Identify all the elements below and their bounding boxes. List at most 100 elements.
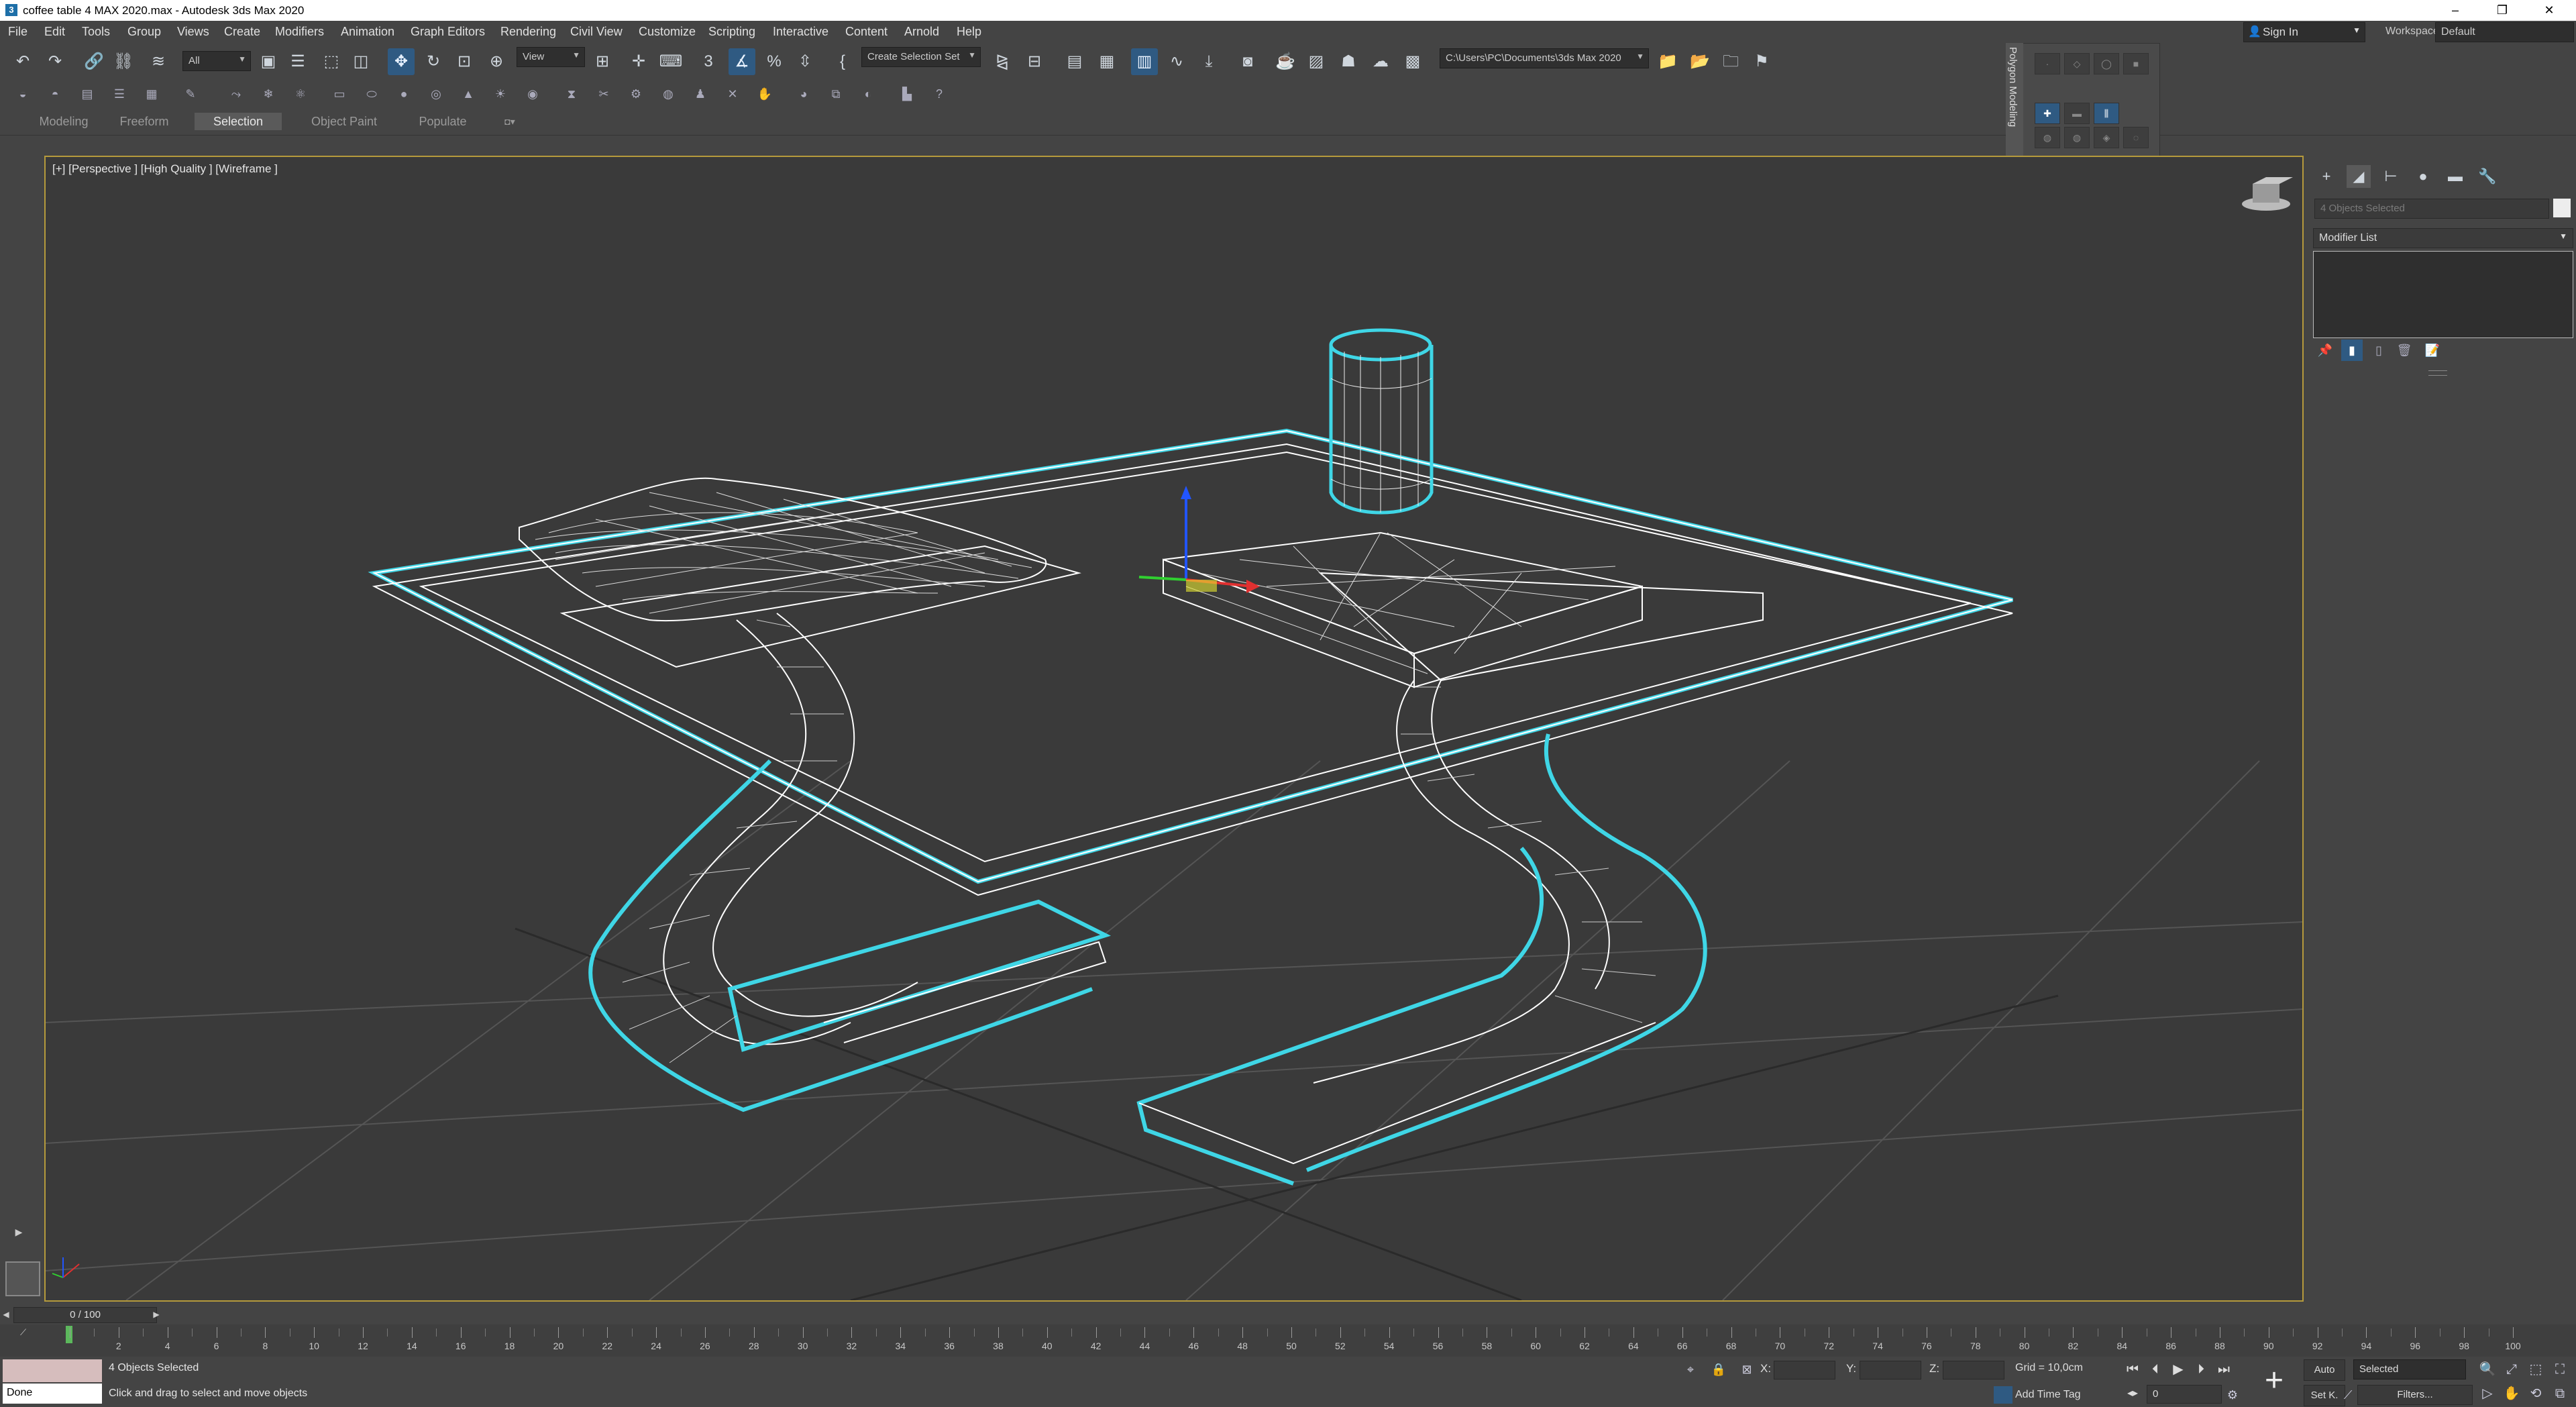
move-gizmo[interactable] <box>1138 486 1260 593</box>
next-frame-icon[interactable]: ▶ <box>150 1307 162 1322</box>
orbit-icon[interactable]: ⟲ <box>2525 1384 2546 1404</box>
isolate-selection-icon[interactable]: ⌖ <box>1680 1359 1701 1379</box>
polygon-modeling-title[interactable]: Polygon Modeling <box>2006 43 2023 157</box>
display-panel-icon[interactable]: ▬ <box>2443 165 2467 188</box>
reference-coord-dropdown[interactable]: View ▼ <box>517 47 585 67</box>
ribbon-options-icon[interactable]: ◘▾ <box>495 113 525 130</box>
zoom-extents-all-icon[interactable]: ⛶ <box>2549 1359 2571 1379</box>
vertex-mode-icon[interactable]: · <box>2035 53 2060 74</box>
bones-icon[interactable]: ⚙ <box>625 83 647 105</box>
pin-stack-icon[interactable]: 📌 <box>2314 340 2336 361</box>
toggle-ribbon-icon[interactable]: ▦ <box>1093 48 1120 75</box>
utilities-panel-icon[interactable]: 🔧 <box>2475 165 2500 188</box>
time-configuration-icon[interactable]: ⚙ <box>2222 1385 2243 1405</box>
set-project-folder-icon[interactable]: ⚑ <box>1748 48 1775 75</box>
auto-key-button[interactable]: Auto <box>2304 1359 2345 1381</box>
rendered-frame-window-icon[interactable]: ▨ <box>1303 48 1330 75</box>
select-and-rotate-icon[interactable]: ↻ <box>420 48 447 75</box>
globe-icon[interactable]: ◍ <box>657 83 679 105</box>
hide-icon[interactable]: ◈ <box>2094 127 2119 148</box>
configure-modifier-sets-icon[interactable]: 📝 <box>2422 340 2443 361</box>
biped-icon[interactable]: ♟ <box>690 83 711 105</box>
maxscript-output[interactable]: Done <box>3 1384 102 1404</box>
viewport-layout-icon[interactable] <box>5 1261 40 1296</box>
select-and-scale-icon[interactable]: ⊡ <box>451 48 478 75</box>
key-filters-button[interactable]: Filters... <box>2357 1385 2473 1405</box>
set-key-big-icon[interactable]: + <box>2258 1361 2290 1401</box>
select-and-move-icon[interactable]: ✥ <box>388 48 415 75</box>
previous-frame-icon[interactable]: ◀ <box>0 1307 12 1322</box>
layer-list-icon[interactable]: ☰ <box>109 83 130 105</box>
freeze-icon[interactable]: ❄ <box>258 83 279 105</box>
link-icon[interactable]: 🔗 <box>80 48 107 75</box>
unfreeze-icon[interactable]: ⚛ <box>290 83 311 105</box>
project-folder-dropdown[interactable]: C:\Users\PC\Documents\3ds Max 2020 ▼ <box>1440 48 1649 68</box>
align-icon[interactable]: ⊟ <box>1021 48 1048 75</box>
absolute-mode-icon[interactable]: ⊠ <box>1736 1359 1758 1379</box>
panel-divider[interactable] <box>2428 370 2447 376</box>
undo-icon[interactable]: ↶ <box>9 48 36 75</box>
shrink-icon[interactable]: ⫼ <box>2094 103 2119 124</box>
edge-mode-icon[interactable]: ◇ <box>2064 53 2090 74</box>
bind-space-warp-icon[interactable]: ≋ <box>145 48 172 75</box>
menu-edit[interactable]: Edit <box>44 25 65 39</box>
menu-customize[interactable]: Customize <box>639 25 696 39</box>
minimize-button[interactable]: – <box>2435 1 2475 19</box>
x-coordinate-field[interactable] <box>1774 1361 1835 1379</box>
object-color-swatch[interactable] <box>2553 199 2571 217</box>
menu-graph-editors[interactable]: Graph Editors <box>411 25 485 39</box>
loop-icon[interactable]: ◍ <box>2035 127 2060 148</box>
perspective-viewport[interactable]: [+] [Perspective ] [High Quality ] [Wire… <box>44 156 2304 1302</box>
menu-file[interactable]: File <box>8 25 28 39</box>
container-icon[interactable]: ◒ <box>12 83 34 105</box>
ring-icon[interactable]: ◍ <box>2064 127 2090 148</box>
render-setup-icon[interactable]: ☕ <box>1272 48 1299 75</box>
workspace-dropdown[interactable]: Default <box>2435 22 2574 42</box>
hierarchy-panel-icon[interactable]: ⊢ <box>2379 165 2403 188</box>
isolate-icon[interactable]: ⤳ <box>225 83 247 105</box>
spinner-snap-icon[interactable]: ⇳ <box>792 48 818 75</box>
modifier-list-dropdown[interactable]: Modifier List ▼ <box>2313 228 2573 248</box>
menu-rendering[interactable]: Rendering <box>500 25 556 39</box>
menu-scripting[interactable]: Scripting <box>708 25 755 39</box>
play-icon[interactable]: ▶ <box>2168 1359 2188 1379</box>
menu-group[interactable]: Group <box>127 25 161 39</box>
statistics-icon[interactable]: ▙ <box>896 83 918 105</box>
material-editor-icon[interactable]: ◙ <box>1234 48 1261 75</box>
wire-icon[interactable]: ✕ <box>722 83 743 105</box>
maximize-viewport-icon[interactable]: ⧉ <box>2549 1384 2571 1404</box>
scene-explorer-icon[interactable]: ▥ <box>1131 48 1158 75</box>
modifier-stack[interactable] <box>2313 251 2573 338</box>
create-panel-icon[interactable]: + <box>2314 165 2339 188</box>
manipulate-icon[interactable]: ✛ <box>625 48 652 75</box>
menu-civil-view[interactable]: Civil View <box>570 25 623 39</box>
viewcube-icon[interactable] <box>2242 177 2293 211</box>
zoom-icon[interactable]: 🔍 <box>2477 1359 2498 1379</box>
save-folder-icon[interactable]: 🗀 <box>1717 48 1744 75</box>
add-time-tag[interactable]: Add Time Tag <box>2015 1389 2081 1401</box>
select-object-icon[interactable]: ▣ <box>255 48 282 75</box>
attach-icon[interactable]: ✂ <box>593 83 614 105</box>
mini-curve-editor-icon[interactable]: ⟋ <box>20 1327 34 1339</box>
tab-freeform[interactable]: Freeform <box>107 113 181 130</box>
menu-modifiers[interactable]: Modifiers <box>275 25 324 39</box>
selection-lock-icon[interactable]: 🔒 <box>1708 1359 1729 1379</box>
cone-icon[interactable]: ▲ <box>458 83 479 105</box>
select-by-name-icon[interactable]: ☰ <box>284 48 311 75</box>
time-cursor[interactable] <box>66 1326 72 1343</box>
named-selection-dropdown[interactable]: Create Selection Set ▼ <box>861 47 981 67</box>
character-icon[interactable]: ✋ <box>754 83 775 105</box>
box-icon[interactable]: ⬭ <box>361 83 382 105</box>
sphere-icon[interactable]: ● <box>393 83 415 105</box>
z-coordinate-field[interactable] <box>1943 1361 2004 1379</box>
mirror-icon[interactable]: ⧎ <box>989 48 1016 75</box>
a360-gallery-icon[interactable]: ▩ <box>1399 48 1426 75</box>
curve-editor-icon[interactable]: ∿ <box>1163 48 1190 75</box>
snaps-toggle-icon[interactable]: 3 <box>695 48 722 75</box>
help-icon[interactable]: ? <box>928 83 950 105</box>
menu-create[interactable]: Create <box>224 25 260 39</box>
pan-view-icon[interactable]: ✋ <box>2501 1384 2522 1404</box>
layer-explorer-icon[interactable]: ▤ <box>1061 48 1088 75</box>
field-of-view-icon[interactable]: ▷ <box>2477 1384 2498 1404</box>
torus-icon[interactable]: ◎ <box>425 83 447 105</box>
